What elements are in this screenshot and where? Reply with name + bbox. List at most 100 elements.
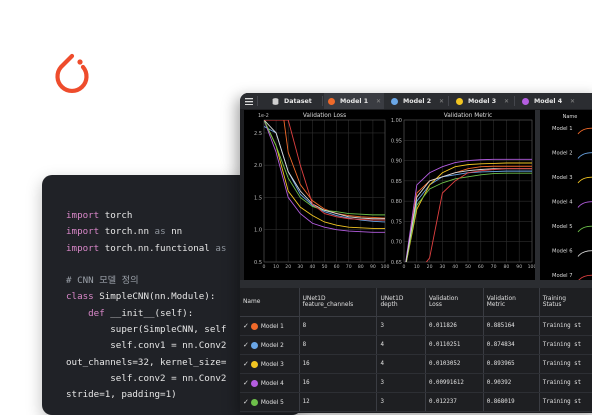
y-tick-label: 1.00 <box>391 118 402 124</box>
chart-0: 0.5 1.0 1.5 2.0 2.5 0 10 20 30 40 50 60 70 80 90 100 Val… <box>254 113 389 270</box>
check-icon[interactable]: ✓ <box>243 360 249 368</box>
code-line: super(SimpleCNN, self <box>66 324 227 336</box>
close-icon[interactable]: ✕ <box>570 98 575 105</box>
y-tick-label: 0.85 <box>391 179 402 185</box>
x-tick-label: 0 <box>263 264 266 270</box>
table-cell: 0.0110251 <box>425 335 484 355</box>
model-name-cell: ✓ Model 2 <box>240 335 300 355</box>
x-tick-label: 40 <box>309 264 315 270</box>
tab-model-2[interactable]: Model 2 ✕ <box>387 93 447 109</box>
x-tick-label: 0 <box>403 264 406 270</box>
models-table: Name UNet1D feature_channels UNet1D depth Val… <box>240 288 592 412</box>
model-name-cell: ✓ Model 3 <box>240 354 300 374</box>
tab-model-1[interactable]: Model 1 ✕ <box>324 93 384 109</box>
models-table-area: Name UNet1D feature_channels UNet1D depth Val… <box>240 288 592 413</box>
hexagon-icon <box>250 323 258 330</box>
column-header[interactable]: UNet1D depth <box>376 288 426 317</box>
x-tick-label: 80 <box>503 264 509 270</box>
x-tick-label: 70 <box>491 264 497 270</box>
y-tick-label: 0.90 <box>391 159 402 165</box>
menu-icon[interactable] <box>240 93 256 109</box>
check-icon[interactable]: ✓ <box>243 322 249 330</box>
code-line: self.conv1 = nn.Conv2 <box>66 340 227 352</box>
x-tick-label: 60 <box>334 264 340 270</box>
y-tick-label: 0.70 <box>391 240 402 246</box>
code-line: class SimpleCNN(nn.Module): <box>66 291 216 303</box>
code-line: import torch.nn.functional as <box>66 242 227 254</box>
panel-item-label: Model 1 <box>552 126 573 132</box>
table-cell: 0.893965 <box>483 354 540 374</box>
x-tick-label: 40 <box>452 264 458 270</box>
column-header[interactable]: Validation Loss <box>425 288 484 317</box>
table-cell: 16 <box>299 373 378 393</box>
table-cell: Training st <box>539 373 592 393</box>
panel-item-sparkline <box>577 225 592 233</box>
panel-item-label: Model 4 <box>552 200 573 206</box>
table-cell: 3 <box>376 392 426 412</box>
check-icon[interactable]: ✓ <box>243 379 249 387</box>
x-tick-label: 60 <box>478 264 484 270</box>
table-header-row: Name UNet1D feature_channels UNet1D depth Val… <box>240 288 592 317</box>
hexagon-icon <box>250 399 258 406</box>
chart-1: 0.65 0.70 0.75 0.80 0.85 0.90 0.95 1.00 0 10 20 30 4… <box>391 113 535 270</box>
table-cell: Training st <box>539 354 592 374</box>
table-row[interactable]: ✓ Model 2 8 4 0.0110251 0.874834 Training st <box>240 335 592 355</box>
column-header[interactable]: Name <box>240 288 300 317</box>
x-tick-label: 90 <box>370 264 376 270</box>
model-name-cell: ✓ Model 1 <box>240 316 300 336</box>
table-row[interactable]: ✓ Model 4 16 3 0.00991612 0.90392 Training st <box>240 373 592 393</box>
close-icon[interactable]: ✕ <box>376 98 381 105</box>
hexagon-icon <box>250 342 258 349</box>
hexagon-icon <box>391 97 398 105</box>
close-icon[interactable]: ✕ <box>504 98 509 105</box>
code-block: import torch import torch.nn as nn import … <box>66 208 226 404</box>
table-cell: 16 <box>299 354 378 374</box>
x-tick-label: 100 <box>528 264 535 270</box>
x-tick-label: 10 <box>273 264 279 270</box>
column-header[interactable]: Validation Metric <box>483 288 540 317</box>
table-cell: 3 <box>376 316 426 336</box>
tab-label: Dataset <box>284 97 312 105</box>
code-line: # CNN 모델 정의 <box>66 275 139 287</box>
x-tick-label: 80 <box>358 264 364 270</box>
horizontal-splitter[interactable] <box>240 280 592 288</box>
close-icon[interactable]: ✕ <box>439 98 444 105</box>
tab-dataset[interactable]: Dataset <box>268 93 320 109</box>
check-icon[interactable]: ✓ <box>243 341 249 349</box>
tab-model-4[interactable]: Model 4 ✕ <box>518 93 578 109</box>
tab-label: Model 3 <box>468 97 497 105</box>
validation-charts: 0.51.01.52.02.50 10 20 30 40 50 60 70 80 90 100Val… <box>244 110 535 280</box>
table-cell: 0.90392 <box>483 373 540 393</box>
x-tick-label: 30 <box>439 264 445 270</box>
table-cell: 4 <box>376 354 426 374</box>
x-tick-label: 20 <box>285 264 291 270</box>
table-cell: 0.885164 <box>483 316 540 336</box>
check-icon[interactable]: ✓ <box>243 398 249 406</box>
column-header[interactable]: Training Status <box>539 288 592 317</box>
table-row[interactable]: ✓ Model 5 12 3 0.012237 0.868019 Training st <box>240 392 592 412</box>
hexagon-icon <box>328 97 335 105</box>
code-line: import torch <box>66 210 133 221</box>
table-row[interactable]: ✓ Model 3 16 4 0.0103052 0.893965 Training st <box>240 354 592 374</box>
panel-item-sparkline <box>577 176 592 184</box>
table-cell: 0.874834 <box>483 335 540 355</box>
tab-label: Model 1 <box>340 97 369 105</box>
model-name-panel: Name Model 1 Model 2 Model 3 Model 4 Model 5 M… <box>540 110 592 280</box>
chart-title: Validation Metric <box>444 113 493 119</box>
panel-item-label: Model 3 <box>552 175 573 181</box>
table-cell: 8 <box>299 335 378 355</box>
y-tick-label: 0.75 <box>391 219 402 225</box>
column-header[interactable]: UNet1D feature_channels <box>299 288 378 317</box>
hexagon-icon <box>250 380 258 387</box>
y-tick-label: 0.80 <box>391 199 402 205</box>
panel-title: Name <box>563 114 578 120</box>
y-tick-label: 2.5 <box>254 131 262 137</box>
panel-item-sparkline <box>577 250 592 257</box>
table-cell: Training st <box>539 335 592 355</box>
tab-model-3[interactable]: Model 3 ✕ <box>452 93 512 109</box>
x-tick-label: 50 <box>322 264 328 270</box>
y-exponent-label: 1e-2 <box>258 113 269 119</box>
table-row[interactable]: ✓ Model 1 8 3 0.011826 0.885164 Training st <box>240 316 592 336</box>
x-tick-label: 70 <box>346 264 352 270</box>
